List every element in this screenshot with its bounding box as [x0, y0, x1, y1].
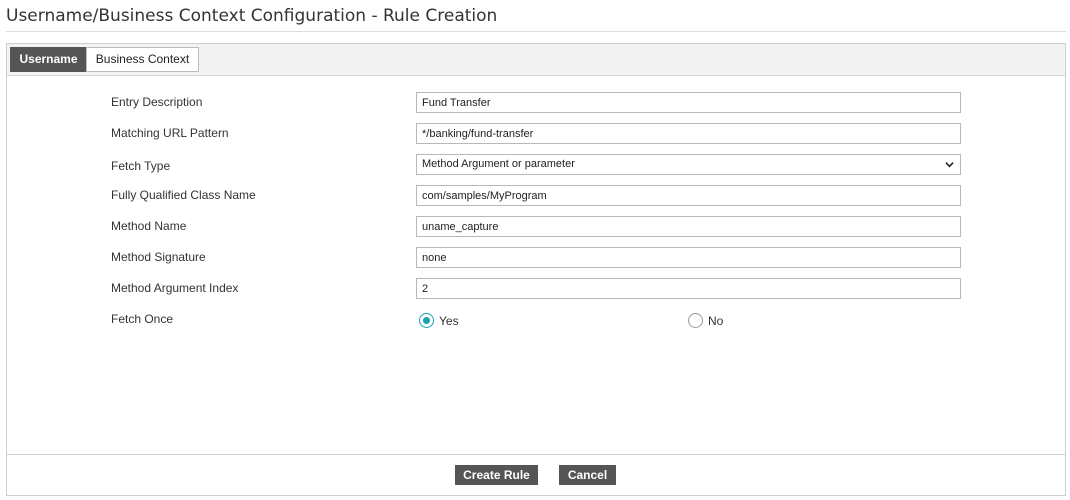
fetch-once-label: Fetch Once: [111, 312, 174, 326]
method-argument-index-input[interactable]: [416, 278, 961, 299]
fetch-type-selected-value: Method Argument or parameter: [422, 158, 575, 170]
class-name-label: Fully Qualified Class Name: [111, 188, 256, 202]
create-rule-button[interactable]: Create Rule: [455, 465, 538, 485]
entry-description-input[interactable]: [416, 92, 961, 113]
fetch-type-label: Fetch Type: [111, 159, 171, 173]
matching-url-pattern-label: Matching URL Pattern: [111, 126, 229, 140]
cancel-button[interactable]: Cancel: [559, 465, 616, 485]
tab-business-context[interactable]: Business Context: [86, 47, 199, 72]
fetch-once-no-label: No: [708, 314, 724, 328]
method-argument-index-label: Method Argument Index: [111, 281, 239, 295]
title-divider: [6, 31, 1066, 32]
method-name-label: Method Name: [111, 219, 187, 233]
method-signature-input[interactable]: [416, 247, 961, 268]
entry-description-label: Entry Description: [111, 95, 203, 109]
tab-username[interactable]: Username: [10, 47, 87, 72]
fetch-once-yes-radio[interactable]: [419, 313, 434, 328]
method-name-input[interactable]: [416, 216, 961, 237]
tab-bar: Username Business Context: [7, 44, 1065, 76]
class-name-input[interactable]: [416, 185, 961, 206]
matching-url-pattern-input[interactable]: [416, 123, 961, 144]
footer-divider: [7, 454, 1065, 455]
fetch-type-select[interactable]: Method Argument or parameter: [416, 154, 961, 175]
rule-panel: Username Business Context Entry Descript…: [6, 43, 1066, 496]
page-title: Username/Business Context Configuration …: [6, 6, 498, 26]
fetch-once-no-radio[interactable]: [688, 313, 703, 328]
chevron-down-icon: [945, 162, 954, 168]
method-signature-label: Method Signature: [111, 250, 206, 264]
fetch-once-yes-label: Yes: [439, 314, 459, 328]
